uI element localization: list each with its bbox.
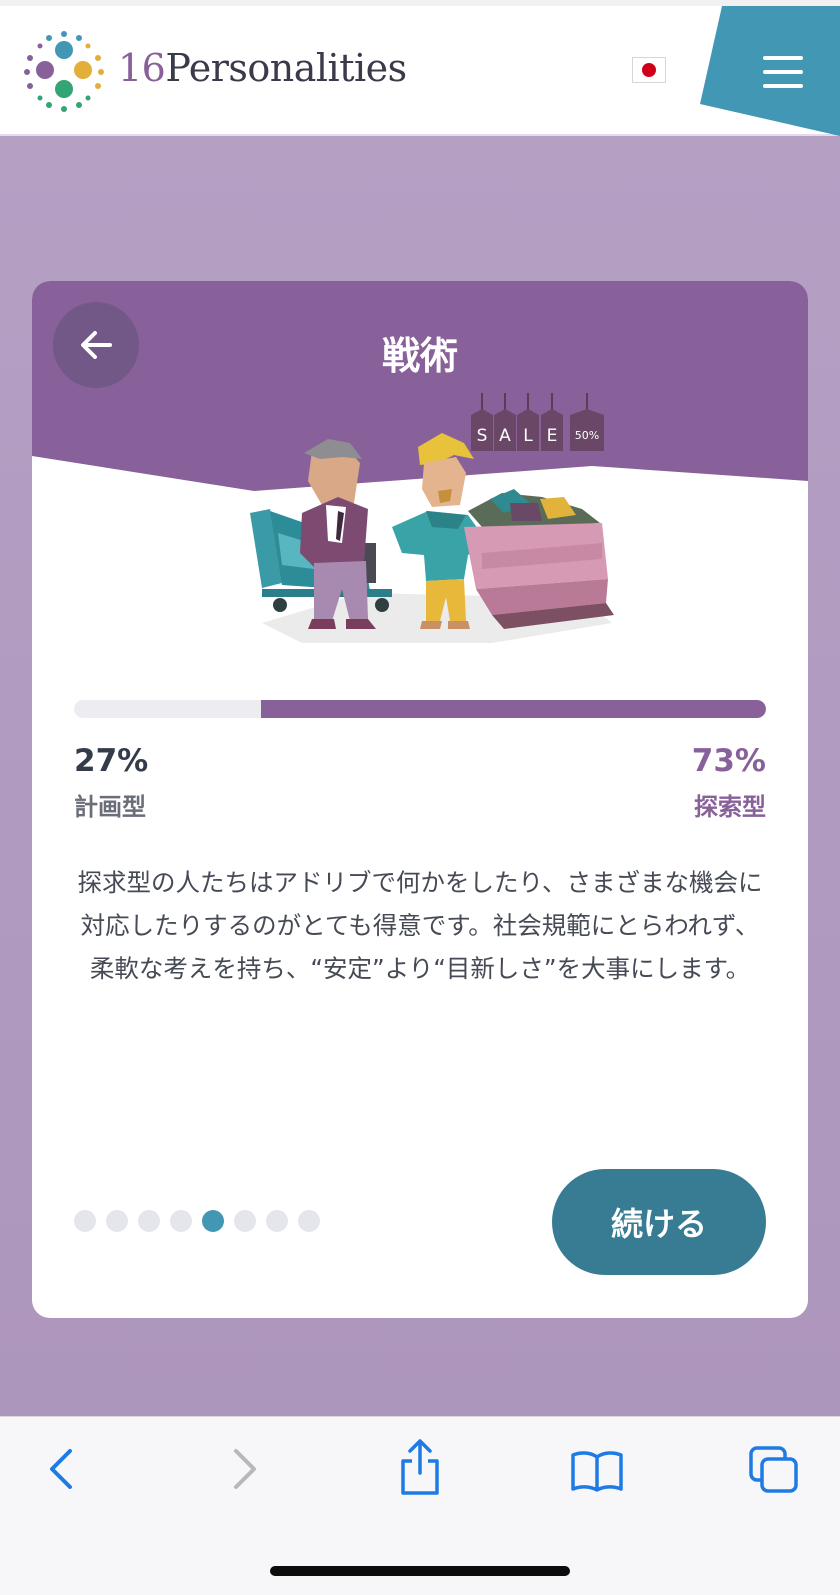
brand-text: Personalities (165, 46, 407, 90)
pager-dot (234, 1210, 256, 1232)
forward-icon[interactable] (226, 1447, 262, 1491)
discount-tag-text: 50% (575, 429, 599, 442)
prospecting-label: 探索型 (694, 793, 766, 821)
bookmarks-icon[interactable] (570, 1449, 624, 1493)
card-title: 戦術 (381, 334, 458, 378)
pager-dot (298, 1210, 320, 1232)
shopping-illustration: S A L E 50% (250, 393, 614, 643)
brand-name[interactable]: 16Personalities (118, 46, 407, 90)
back-icon[interactable] (44, 1447, 80, 1491)
pager-dot (266, 1210, 288, 1232)
svg-text:A: A (499, 426, 511, 446)
trait-description: 探求型の人たちはアドリブで何かをしたり、さまざまな機会に対応したりするのがとても… (77, 868, 763, 983)
svg-text:S: S (477, 426, 488, 446)
pager-dot (202, 1210, 224, 1232)
flag-sun (642, 63, 656, 77)
trait-card: 戦術 S A L E 50% 27% 計画型 73% 探索型 探求型の人たちはア… (32, 281, 808, 1318)
trait-progress-bar (74, 700, 766, 718)
pager-dot (106, 1210, 128, 1232)
brand-number: 16 (118, 46, 166, 90)
home-indicator (270, 1566, 570, 1576)
svg-text:E: E (547, 426, 558, 446)
trait-progress-fill (260, 700, 766, 718)
continue-button[interactable]: 続ける (552, 1169, 766, 1275)
judging-label: 計画型 (74, 793, 146, 821)
pager-dot (74, 1210, 96, 1232)
pager-dot (170, 1210, 192, 1232)
judging-percent: 27% (74, 743, 149, 779)
pager-dot (138, 1210, 160, 1232)
tabs-icon[interactable] (748, 1445, 800, 1495)
logo-icon[interactable] (22, 30, 106, 114)
sale-tags: S A L E 50% (471, 393, 604, 451)
svg-text:L: L (523, 426, 533, 446)
prospecting-percent: 73% (691, 743, 766, 779)
hamburger-menu-icon[interactable] (763, 56, 803, 90)
site-header: 16Personalities (0, 6, 840, 136)
share-icon[interactable] (398, 1437, 442, 1497)
older-man-figure (300, 439, 376, 629)
japan-flag-icon[interactable] (632, 57, 666, 83)
